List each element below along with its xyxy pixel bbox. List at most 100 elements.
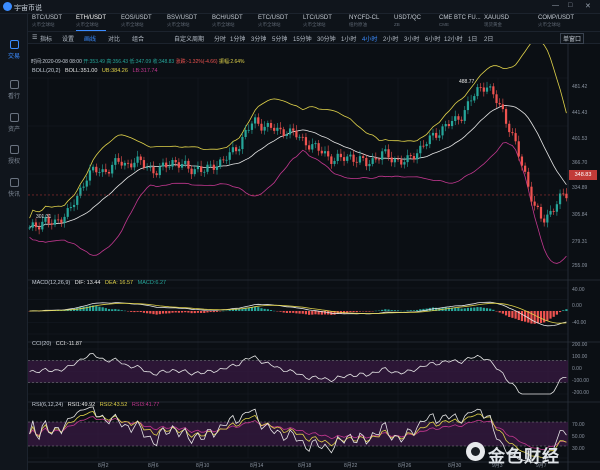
low-value: 低:347.09 [129, 59, 152, 65]
close-button[interactable]: ✕ [585, 2, 591, 10]
date-tick: 8月26 [398, 463, 412, 469]
macd-histogram-bar [365, 311, 368, 312]
macd-histogram-bar [416, 309, 419, 311]
ticker-tab[interactable]: CME BTC FU... CME [439, 15, 481, 27]
toggle-panel-icon[interactable]: ☰ [32, 34, 37, 41]
timeframe-option[interactable]: 6小时 [425, 34, 440, 43]
macd-histogram-bar [346, 311, 349, 313]
settings-button[interactable]: 设置 [62, 34, 74, 43]
ticker-symbol: LTC/USDT [303, 15, 332, 21]
wallet-icon [9, 113, 19, 122]
ticker-exchange: 火币全球站 [167, 22, 190, 27]
window-mode-select[interactable]: 单窗口 [560, 33, 585, 44]
ticker-tab[interactable]: NYCFD-CL 纽约原油 [349, 15, 379, 28]
timeframe-option[interactable]: 1分钟 [230, 34, 245, 43]
ticker-tab[interactable]: USDT/QC ZB [394, 15, 421, 27]
price-tick: 481.42 [572, 84, 588, 90]
combine-button[interactable]: 组合 [132, 34, 144, 43]
amplitude-value: 振幅:2.64% [218, 59, 245, 65]
sidebar-item-assets[interactable]: 资产 [0, 113, 28, 133]
timeframe-option[interactable]: 30分钟 [317, 34, 336, 43]
macd-histogram-bar [463, 308, 466, 311]
candle-body [288, 128, 292, 135]
candle-body [565, 193, 568, 199]
macd-histogram-bar [263, 308, 266, 311]
candle-body [161, 162, 165, 167]
timeframe-option[interactable]: 分时 [214, 34, 226, 43]
sidebar-item-quotes[interactable]: 看行 [0, 80, 28, 100]
ticker-tab[interactable]: ETC/USDT 火币全球站 [258, 15, 288, 28]
app-logo-icon [3, 2, 12, 11]
timeframe-option[interactable]: 3分钟 [251, 34, 266, 43]
sidebar-item-news[interactable]: 快讯 [0, 178, 28, 198]
timeframe-option[interactable]: 3小时 [404, 34, 419, 43]
timeframe-option-active[interactable]: 4小时 [362, 34, 377, 43]
macd-histogram-bar [470, 307, 473, 311]
candle-body [444, 124, 447, 127]
macd-histogram-bar [174, 311, 177, 313]
timeframe-option[interactable]: 5分钟 [272, 34, 287, 43]
macd-histogram-bar [292, 311, 295, 313]
candle-body [120, 161, 123, 166]
candle-body [381, 151, 384, 160]
candle-body [546, 214, 549, 223]
dif-value: DIF: 13.44 [74, 280, 101, 286]
timeframe-option[interactable]: 12小时 [444, 34, 463, 43]
macd-histogram-bar [504, 311, 508, 316]
sidebar-item-auth[interactable]: 授权 [0, 145, 28, 165]
timeframe-option[interactable]: 1日 [468, 34, 477, 43]
maximize-button[interactable]: □ [568, 2, 572, 9]
ohlc-info-line: 时间:2020-09-08 08:00 开:353.49 高:356.43 低:… [31, 58, 245, 65]
candle-body [285, 134, 288, 136]
ticker-tab[interactable]: BCH/USDT 火币全球站 [212, 15, 243, 28]
draw-line-button[interactable]: 画线 [84, 34, 96, 43]
macd-histogram-bar [514, 311, 517, 319]
minimize-button[interactable]: — [552, 2, 559, 9]
indicator-button[interactable]: 指标 [40, 34, 52, 43]
ticker-exchange: 火币全球站 [303, 22, 326, 27]
macd-histogram-bar [190, 311, 193, 314]
timeframe-option[interactable]: 2小时 [383, 34, 398, 43]
cci-value: CCI:-11.87 [55, 341, 82, 347]
custom-period-button[interactable]: 自定义周期 [174, 34, 204, 43]
candle-body [450, 120, 454, 127]
macd-histogram-bar [285, 311, 288, 313]
ticker-tabs: BTC/USDT 火币全球站 ETH/USDT 火币全球站 EOS/USDT 火币全球… [28, 14, 600, 32]
candle-body [190, 168, 193, 175]
candle-body [63, 216, 66, 223]
candle-body [41, 221, 44, 230]
macd-histogram-bar [485, 308, 489, 311]
ticker-tab[interactable]: BSV/USDT 火币全球站 [167, 15, 197, 28]
candle-body [133, 162, 136, 168]
ticker-tab[interactable]: BTC/USDT 火币全球站 [32, 15, 62, 28]
timeframe-option[interactable]: 15分钟 [293, 34, 312, 43]
ticker-tab[interactable]: EOS/USDT 火币全球站 [121, 15, 152, 28]
macd-histogram-bar [323, 311, 327, 315]
macd-tick: 40.00 [572, 287, 585, 293]
sidebar-item-trade[interactable]: 交易 [0, 40, 28, 60]
boll-lb-value: LB:317.74 [132, 68, 158, 74]
candle-body [384, 149, 387, 152]
macd-histogram-bar [390, 310, 393, 311]
ticker-tab-active[interactable]: ETH/USDT 火币全球站 [76, 15, 106, 31]
ticker-tab[interactable]: XAUUSD 现货黄金 [484, 15, 509, 28]
timeframe-option[interactable]: 1小时 [341, 34, 356, 43]
macd-histogram-bar [139, 311, 142, 313]
candle-body [95, 166, 98, 173]
ticker-tab[interactable]: COMP/USDT 火币全球站 [538, 15, 574, 28]
date-tick: 8月2 [98, 463, 109, 469]
compare-button[interactable]: 对比 [108, 34, 120, 43]
candle-body [355, 161, 358, 163]
timeframe-option[interactable]: 2日 [484, 34, 493, 43]
candle-body [311, 144, 314, 150]
ticker-tab[interactable]: LTC/USDT 火币全球站 [303, 15, 332, 28]
ticker-exchange: 火币全球站 [76, 22, 99, 27]
candle-body [479, 87, 482, 88]
macd-value: MACD:6.27 [137, 280, 167, 286]
candle-body [104, 169, 107, 172]
price-tick: 255.09 [572, 263, 588, 269]
price-tick: 305.84 [572, 212, 588, 218]
macd-histogram-bar [187, 311, 190, 313]
candle-body [209, 164, 212, 166]
ticker-exchange: 火币全球站 [538, 22, 561, 27]
